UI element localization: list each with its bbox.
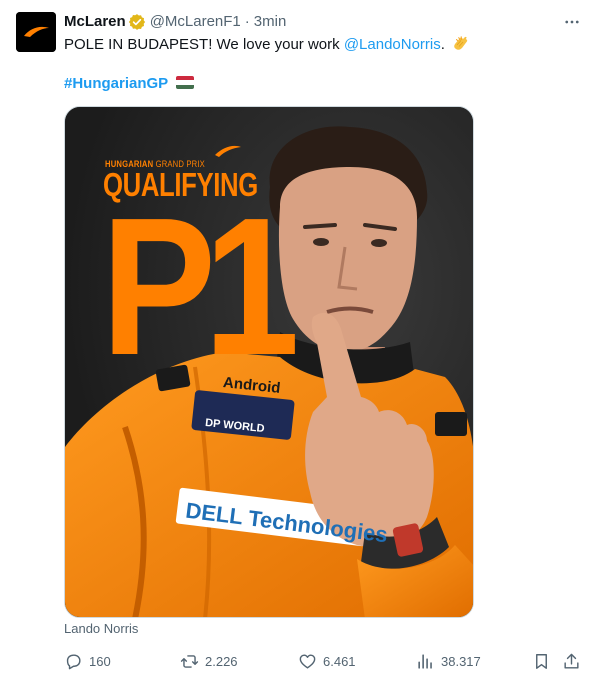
repost-button[interactable]: 2.226 <box>180 648 238 674</box>
repost-icon <box>180 654 199 668</box>
bookmark-icon <box>536 653 547 669</box>
tweet-text-part1: POLE IN BUDAPEST! We love your work <box>64 36 344 53</box>
reply-button[interactable]: 160 <box>64 648 111 674</box>
views-count: 38.317 <box>441 653 481 669</box>
action-bar: 160 2.226 6.461 38.317 <box>64 648 582 674</box>
poster-position: P1 <box>101 177 300 396</box>
avatar[interactable] <box>16 12 56 52</box>
tweet[interactable]: McLaren @McLarenF1 · 3min POLE IN BUDAPE… <box>0 0 598 682</box>
views-button[interactable]: 38.317 <box>416 648 481 674</box>
tweet-text-part2: . <box>440 36 445 53</box>
like-count: 6.461 <box>323 653 356 669</box>
like-button[interactable]: 6.461 <box>298 648 356 674</box>
share-button[interactable] <box>562 648 581 674</box>
hungary-flag-emoji <box>176 76 195 89</box>
repost-count: 2.226 <box>205 653 238 669</box>
author-name[interactable]: McLaren <box>64 12 126 32</box>
tweet-text: POLE IN BUDAPEST! We love your work @Lan… <box>64 34 469 55</box>
media-caption: Lando Norris <box>64 621 139 636</box>
clapping-hands-emoji <box>451 34 469 52</box>
mclaren-logo-icon <box>16 12 56 52</box>
verified-badge-icon <box>128 13 146 31</box>
hashtag-line: #HungarianGP <box>64 74 195 94</box>
mention-link[interactable]: @LandoNorris <box>344 36 441 53</box>
tweet-header: McLaren @McLarenF1 · 3min <box>64 12 286 32</box>
author-handle[interactable]: @McLarenF1 <box>150 12 241 32</box>
hashtag-link[interactable]: #HungarianGP <box>64 75 168 92</box>
reply-count: 160 <box>89 653 111 669</box>
more-button[interactable] <box>562 12 582 32</box>
bookmark-button[interactable] <box>532 648 551 674</box>
heart-icon <box>299 653 316 669</box>
timestamp[interactable]: 3min <box>254 12 287 32</box>
views-icon <box>418 653 432 669</box>
tweet-media-image[interactable]: HUNGARIAN GRAND PRIX QUALIFYING P1 Andro… <box>64 106 474 618</box>
reply-icon <box>66 653 81 669</box>
share-icon <box>564 653 579 669</box>
more-icon <box>565 20 579 24</box>
separator: · <box>244 13 250 30</box>
